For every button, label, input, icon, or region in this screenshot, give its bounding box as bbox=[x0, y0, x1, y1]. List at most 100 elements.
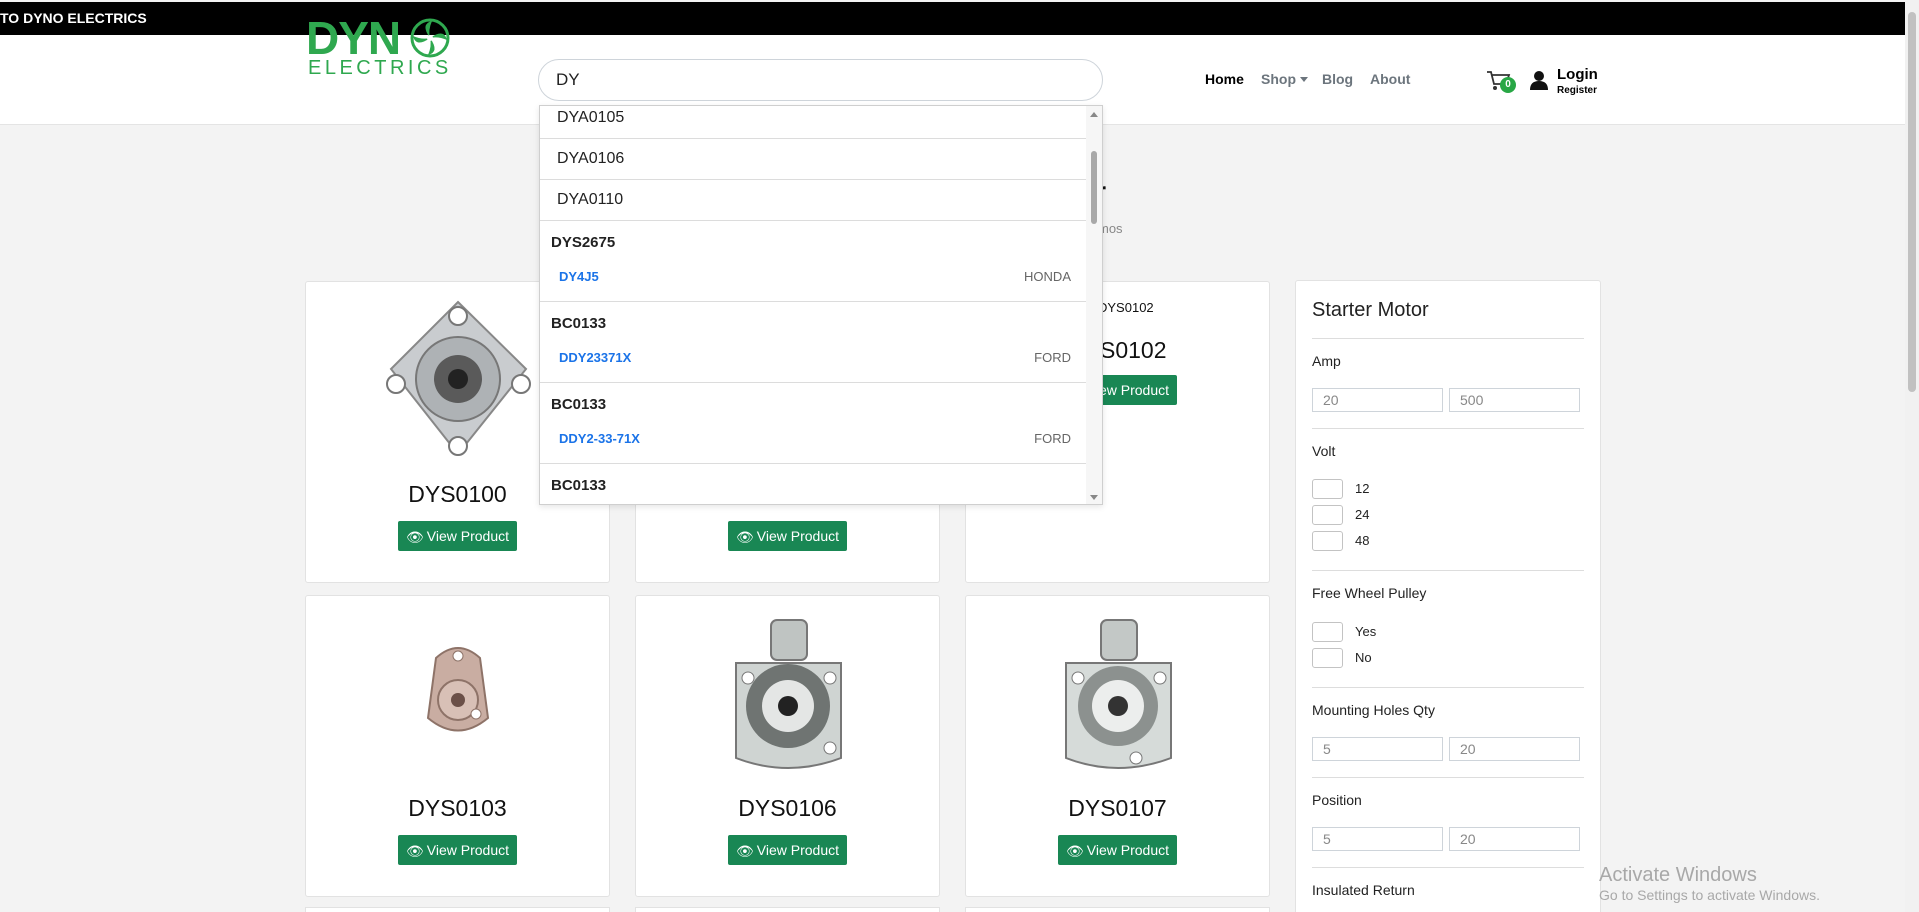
suggestion-item[interactable]: DYA0110 bbox=[540, 180, 1087, 221]
product-card bbox=[965, 907, 1270, 912]
scroll-down-arrow-icon[interactable] bbox=[1090, 495, 1098, 500]
product-code: DYS0106 bbox=[738, 795, 837, 821]
filter-mounting-label: Mounting Holes Qty bbox=[1312, 702, 1435, 718]
suggestion-group[interactable]: BC0133 DDY23371X FORD bbox=[540, 302, 1087, 383]
pulley-checkbox[interactable] bbox=[1312, 622, 1343, 642]
position-min-input[interactable]: 5 bbox=[1312, 827, 1443, 851]
product-card: DYS0103 👁 View Product bbox=[305, 595, 610, 897]
suggestion-ref-code: DDY23371X bbox=[559, 350, 632, 365]
suggestion-group[interactable]: DYS2675 DY4J5 HONDA bbox=[540, 221, 1087, 302]
filter-pulley-label: Free Wheel Pulley bbox=[1312, 585, 1427, 601]
pulley-checkbox[interactable] bbox=[1312, 648, 1343, 668]
product-image bbox=[1065, 619, 1172, 769]
scroll-up-arrow-icon[interactable] bbox=[1090, 112, 1098, 117]
search-input[interactable]: DY bbox=[538, 59, 1103, 101]
suggestion-item[interactable]: DYA0105 bbox=[540, 106, 1087, 139]
logo[interactable]: DYN ELECTRICS bbox=[306, 12, 452, 79]
suggestion-item[interactable]: DYA0106 bbox=[540, 139, 1087, 180]
search-suggestions: DYA0105 DYA0106 DYA0110 DYS2675 DY4J5 HO… bbox=[539, 105, 1103, 505]
product-code: DYS0107 bbox=[1068, 795, 1167, 821]
filter-panel: Starter Motor Amp 20 500 Volt 12 24 48 F… bbox=[1295, 280, 1601, 912]
view-product-label: View Product bbox=[426, 528, 509, 544]
product-image bbox=[735, 619, 842, 769]
suggestion-product-code: DYS2675 bbox=[551, 234, 616, 251]
scrollbar-thumb[interactable] bbox=[1908, 12, 1916, 392]
nav-shop-label: Shop bbox=[1261, 71, 1296, 87]
eye-icon: 👁 bbox=[405, 843, 424, 859]
divider bbox=[1312, 338, 1584, 339]
mounting-min-input[interactable]: 5 bbox=[1312, 737, 1443, 761]
login-link[interactable]: Login bbox=[1557, 66, 1598, 83]
view-product-button[interactable]: 👁View Product bbox=[1058, 835, 1177, 865]
filter-volt-label: Volt bbox=[1312, 443, 1336, 459]
volt-option-label: 24 bbox=[1355, 507, 1370, 522]
suggestion-group[interactable]: BC0133 DDY2-33-71X FORD bbox=[540, 383, 1087, 464]
volt-option-label: 12 bbox=[1355, 481, 1370, 496]
eye-icon: 👁 bbox=[735, 529, 754, 545]
divider bbox=[1312, 428, 1584, 429]
scrollbar-thumb[interactable] bbox=[1091, 151, 1097, 224]
chevron-down-icon bbox=[1300, 77, 1308, 82]
divider bbox=[1312, 570, 1584, 571]
cart-count-badge: 0 bbox=[1500, 77, 1516, 93]
user-icon[interactable] bbox=[1529, 70, 1549, 90]
eye-icon: 👁 bbox=[405, 529, 424, 545]
view-product-button[interactable]: 👁View Product bbox=[398, 521, 517, 551]
amp-min-input[interactable]: 20 bbox=[1312, 388, 1443, 412]
product-image-alt: DYS0102 bbox=[1098, 300, 1154, 315]
register-link[interactable]: Register bbox=[1557, 85, 1597, 96]
activation-watermark-text: Go to Settings to activate Windows. bbox=[1599, 887, 1820, 903]
logo-text-bottom: ELECTRICS bbox=[308, 57, 452, 79]
volt-checkbox[interactable] bbox=[1312, 479, 1343, 499]
product-card: DYS0107 👁 View Product bbox=[965, 595, 1270, 897]
activation-watermark-title: Activate Windows bbox=[1599, 864, 1757, 886]
view-product-button[interactable]: 👁View Product bbox=[728, 521, 847, 551]
divider bbox=[1312, 867, 1584, 868]
view-product-button[interactable]: 👁View Product bbox=[398, 835, 517, 865]
pulley-option-label: Yes bbox=[1355, 624, 1377, 639]
product-card: DYS0106 👁 View Product bbox=[635, 595, 940, 897]
view-product-label: View Product bbox=[1086, 842, 1169, 858]
divider bbox=[1312, 777, 1584, 778]
eye-icon: 👁 bbox=[1065, 843, 1084, 859]
suggestion-brand: FORD bbox=[1034, 431, 1071, 446]
view-product-label: View Product bbox=[426, 842, 509, 858]
page-scrollbar[interactable] bbox=[1905, 0, 1919, 912]
filter-title: Starter Motor bbox=[1312, 299, 1429, 321]
suggestion-brand: HONDA bbox=[1024, 269, 1071, 284]
product-image bbox=[426, 647, 490, 732]
volt-checkbox[interactable] bbox=[1312, 505, 1343, 525]
amp-max-input[interactable]: 500 bbox=[1449, 388, 1580, 412]
filter-position-label: Position bbox=[1312, 792, 1362, 808]
product-card bbox=[305, 907, 610, 912]
eye-icon: 👁 bbox=[735, 843, 754, 859]
pulley-option-label: No bbox=[1355, 650, 1372, 665]
suggestion-product-code: BC0133 bbox=[551, 315, 607, 332]
divider bbox=[1312, 687, 1584, 688]
nav-about[interactable]: About bbox=[1370, 71, 1410, 87]
nav-shop[interactable]: Shop bbox=[1261, 71, 1308, 87]
view-product-label: View Product bbox=[756, 528, 839, 544]
announcement-bar: TO DYNO ELECTRICS bbox=[0, 2, 1905, 35]
suggestion-ref-code: DDY2-33-71X bbox=[559, 431, 640, 446]
logo-text-top: DYN bbox=[306, 12, 401, 64]
dropdown-scrollbar[interactable] bbox=[1086, 106, 1102, 504]
volt-option-label: 48 bbox=[1355, 533, 1370, 548]
product-card bbox=[635, 907, 940, 912]
mounting-max-input[interactable]: 20 bbox=[1449, 737, 1580, 761]
position-max-input[interactable]: 20 bbox=[1449, 827, 1580, 851]
product-image bbox=[386, 300, 531, 456]
logo-fan-icon bbox=[410, 18, 450, 58]
filter-amp-label: Amp bbox=[1312, 353, 1341, 369]
volt-checkbox[interactable] bbox=[1312, 531, 1343, 551]
view-product-button[interactable]: 👁View Product bbox=[728, 835, 847, 865]
suggestion-brand: FORD bbox=[1034, 350, 1071, 365]
suggestion-group[interactable]: BC0133 bbox=[540, 464, 1087, 504]
nav-blog[interactable]: Blog bbox=[1322, 71, 1353, 87]
suggestion-product-code: BC0133 bbox=[551, 396, 607, 413]
filter-insulated-label: Insulated Return bbox=[1312, 882, 1415, 898]
suggestion-ref-code: DY4J5 bbox=[559, 269, 599, 284]
product-code: DYS0103 bbox=[408, 795, 507, 821]
nav-home[interactable]: Home bbox=[1205, 71, 1244, 87]
view-product-label: View Product bbox=[756, 842, 839, 858]
